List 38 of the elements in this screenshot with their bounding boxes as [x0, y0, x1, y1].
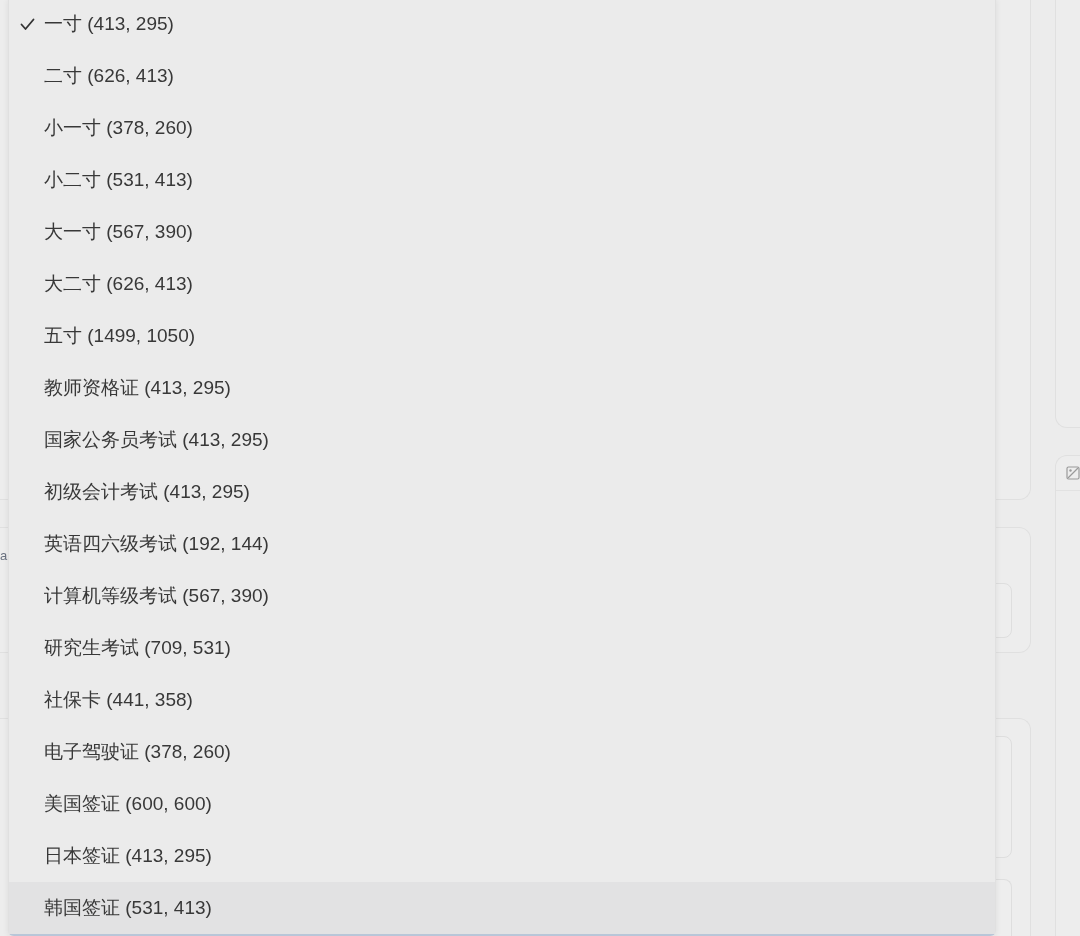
- option-label: 电子驾驶证 (378, 260): [44, 739, 231, 764]
- dropdown-option[interactable]: 日本签证 (413, 295): [9, 830, 995, 882]
- option-label: 国家公务员考试 (413, 295): [44, 427, 269, 452]
- option-label: 英语四六级考试 (192, 144): [44, 531, 269, 556]
- option-label: 韩国签证 (531, 413): [44, 895, 212, 920]
- option-label: 美国签证 (600, 600): [44, 791, 212, 816]
- dropdown-option[interactable]: 初级会计考试 (413, 295): [9, 466, 995, 518]
- option-label: 五寸 (1499, 1050): [44, 323, 196, 348]
- option-label: 研究生考试 (709, 531): [44, 635, 231, 660]
- label-text: a: [0, 547, 8, 565]
- dropdown-option[interactable]: 计算机等级考试 (567, 390): [9, 570, 995, 622]
- dropdown-option[interactable]: 教师资格证 (413, 295): [9, 362, 995, 414]
- dropdown-option[interactable]: 研究生考试 (709, 531): [9, 622, 995, 674]
- option-label: 二寸 (626, 413): [44, 63, 174, 88]
- dropdown-option[interactable]: 美国签证 (600, 600): [9, 778, 995, 830]
- dropdown-option[interactable]: 英语四六级考试 (192, 144): [9, 518, 995, 570]
- dropdown-option[interactable]: 五寸 (1499, 1050): [9, 310, 995, 362]
- dropdown-option[interactable]: 小二寸 (531, 413): [9, 154, 995, 206]
- option-label: 社保卡 (441, 358): [44, 687, 193, 712]
- dropdown-option[interactable]: 二寸 (626, 413): [9, 50, 995, 102]
- dropdown-option[interactable]: 小一寸 (378, 260): [9, 102, 995, 154]
- option-label: 大二寸 (626, 413): [44, 271, 193, 296]
- image-icon: [1066, 466, 1080, 480]
- dropdown-option[interactable]: 国家公务员考试 (413, 295): [9, 414, 995, 466]
- dropdown-option[interactable]: 社保卡 (441, 358): [9, 674, 995, 726]
- dropdown-option[interactable]: 大二寸 (626, 413): [9, 258, 995, 310]
- dropdown-option[interactable]: 大一寸 (567, 390): [9, 206, 995, 258]
- option-label: 小一寸 (378, 260): [44, 115, 193, 140]
- option-label: 计算机等级考试 (567, 390): [44, 583, 269, 608]
- option-label: 一寸 (413, 295): [44, 11, 174, 36]
- option-label: 大一寸 (567, 390): [44, 219, 193, 244]
- dropdown-option[interactable]: 电子驾驶证 (378, 260): [9, 726, 995, 778]
- dropdown-option[interactable]: 一寸 (413, 295): [9, 0, 995, 50]
- option-label: 教师资格证 (413, 295): [44, 375, 231, 400]
- option-label: 小二寸 (531, 413): [44, 167, 193, 192]
- option-label: 日本签证 (413, 295): [44, 843, 212, 868]
- dropdown-option[interactable]: 韩国签证 (531, 413): [9, 882, 995, 934]
- option-label: 初级会计考试 (413, 295): [44, 479, 250, 504]
